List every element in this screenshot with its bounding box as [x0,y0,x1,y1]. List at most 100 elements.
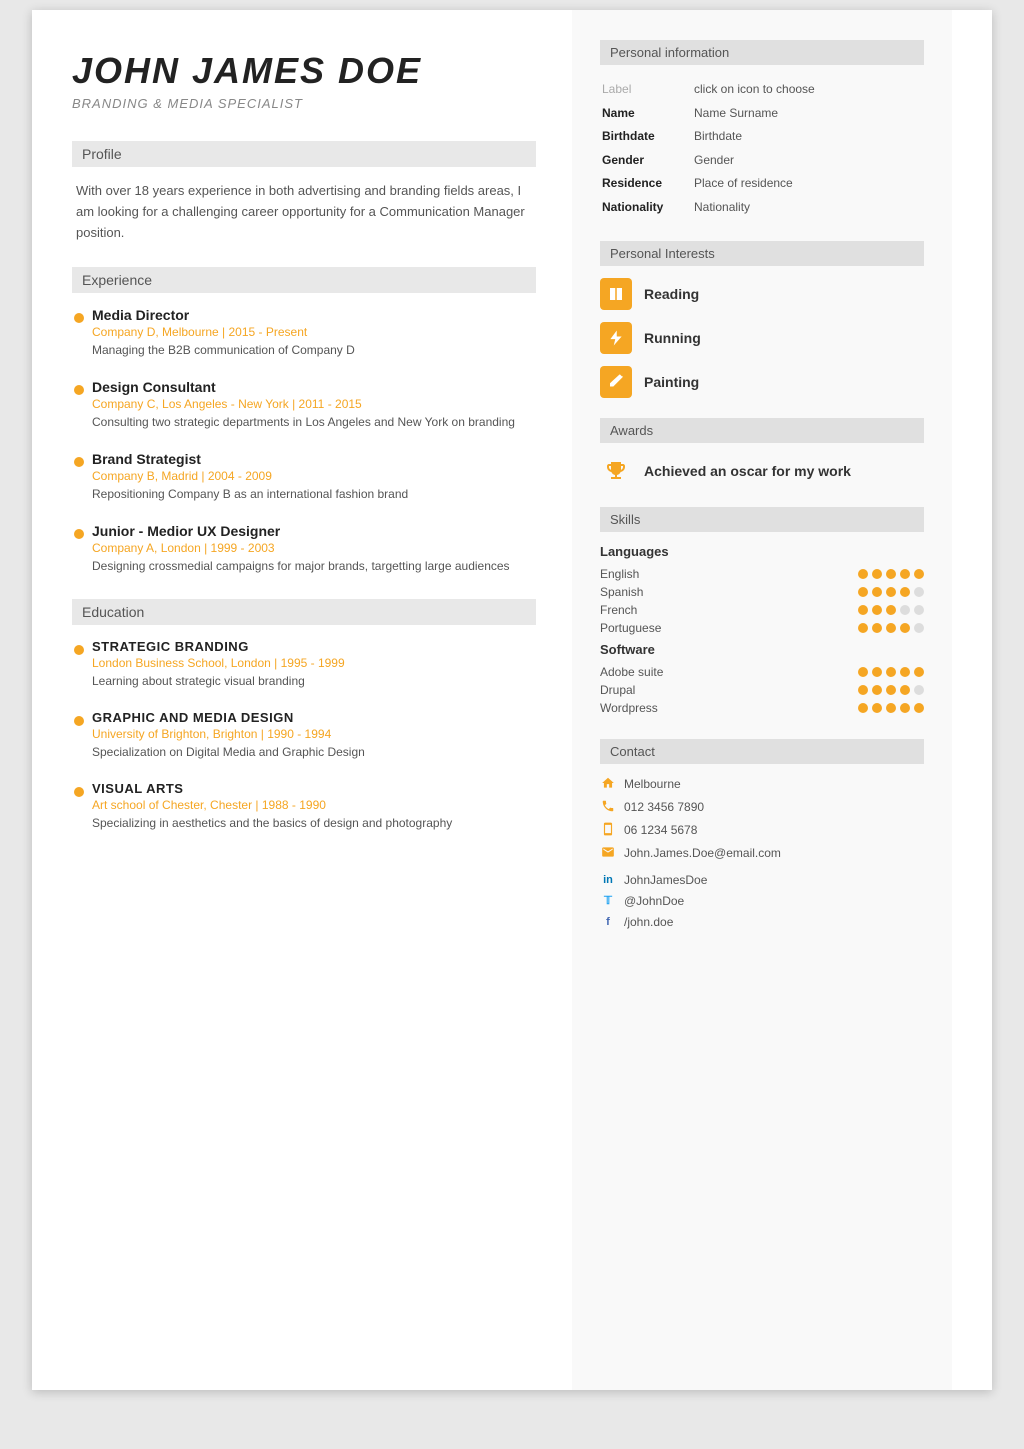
exp-company: Company C, Los Angeles - New York | 2011… [92,397,536,411]
edu-desc: Learning about strategic visual branding [92,672,536,690]
exp-title: Design Consultant [92,379,536,395]
skill-section-title: Languages [600,544,924,559]
awards-header: Awards [600,418,924,443]
education-item: VISUAL ARTS Art school of Chester, Chest… [92,781,536,832]
interest-label: Reading [644,286,699,302]
edu-desc: Specializing in aesthetics and the basic… [92,814,536,832]
in-icon: in [600,872,616,888]
dot-filled [872,685,882,695]
trophy-icon [600,455,632,487]
skill-name: English [600,567,680,581]
personal-info-table: Labelclick on icon to chooseNameName Sur… [600,77,924,221]
skill-name: French [600,603,680,617]
dot-filled [858,667,868,677]
info-value: Place of residence [694,173,922,195]
exp-company: Company B, Madrid | 2004 - 2009 [92,469,536,483]
experience-item: Design Consultant Company C, Los Angeles… [92,379,536,431]
info-row: NationalityNationality [602,197,922,219]
dot-filled [900,587,910,597]
interests-list: Reading Running Painting [600,278,924,398]
edu-company: Art school of Chester, Chester | 1988 - … [92,798,536,812]
skill-row: Portuguese [600,621,924,635]
info-key: Gender [602,150,692,172]
contact-list: Melbourne 012 3456 7890 06 1234 5678 Joh… [600,776,924,862]
dot-filled [886,667,896,677]
interest-item: Painting [600,366,924,398]
info-key: Name [602,103,692,125]
info-value: Nationality [694,197,922,219]
mobile-icon [600,822,616,839]
dot-empty [914,623,924,633]
skill-name: Adobe suite [600,665,680,679]
education-header: Education [72,599,536,625]
personal-info-header: Personal information [600,40,924,65]
dot-filled [858,703,868,713]
edu-company: University of Brighton, Brighton | 1990 … [92,727,536,741]
contact-text: Melbourne [624,777,681,791]
dot-empty [914,685,924,695]
contact-text: 06 1234 5678 [624,823,697,837]
dot-filled [858,569,868,579]
edu-title: VISUAL ARTS [92,781,536,796]
dot-filled [886,685,896,695]
interest-item: Running [600,322,924,354]
dot-filled [886,623,896,633]
dot-filled [872,623,882,633]
bolt-icon [600,322,632,354]
interests-header: Personal Interests [600,241,924,266]
skill-row: Spanish [600,585,924,599]
info-row: NameName Surname [602,103,922,125]
education-item: GRAPHIC AND MEDIA DESIGN University of B… [92,710,536,761]
dot-filled [900,667,910,677]
info-row: GenderGender [602,150,922,172]
social-text: @JohnDoe [624,894,684,908]
contact-item: John.James.Doe@email.com [600,845,924,862]
contact-text: John.James.Doe@email.com [624,846,781,860]
skills-block: LanguagesEnglishSpanishFrenchPortugueseS… [600,544,924,719]
skill-dots [858,587,924,597]
interest-item: Reading [600,278,924,310]
dot-filled [886,605,896,615]
skill-name: Wordpress [600,701,680,715]
dot-filled [886,703,896,713]
dot-filled [858,685,868,695]
skill-row: English [600,567,924,581]
dot-filled [872,667,882,677]
dot-filled [872,587,882,597]
info-value: Gender [694,150,922,172]
exp-company: Company A, London | 1999 - 2003 [92,541,536,555]
dot-filled [886,587,896,597]
exp-desc: Consulting two strategic departments in … [92,413,536,431]
phone-icon [600,799,616,816]
skills-header: Skills [600,507,924,532]
info-key: Nationality [602,197,692,219]
paint-icon [600,366,632,398]
dot-filled [914,569,924,579]
experience-item: Junior - Medior UX Designer Company A, L… [92,523,536,575]
resume-container: JOHN JAMES DOE BRANDING & MEDIA SPECIALI… [32,10,992,1390]
profile-header: Profile [72,141,536,167]
dot-empty [914,605,924,615]
edu-title: GRAPHIC AND MEDIA DESIGN [92,710,536,725]
job-title: BRANDING & MEDIA SPECIALIST [72,96,536,111]
dot-filled [900,685,910,695]
interest-label: Running [644,330,701,346]
skill-dots [858,667,924,677]
profile-text: With over 18 years experience in both ad… [72,181,536,243]
social-item: 𝕋 @JohnDoe [600,893,924,909]
skill-dots [858,703,924,713]
interest-label: Painting [644,374,699,390]
exp-title: Media Director [92,307,536,323]
full-name: JOHN JAMES DOE [72,50,536,92]
book-icon [600,278,632,310]
exp-title: Brand Strategist [92,451,536,467]
info-value: Name Surname [694,103,922,125]
experience-header: Experience [72,267,536,293]
dot-empty [900,605,910,615]
skill-dots [858,569,924,579]
exp-desc: Repositioning Company B as an internatio… [92,485,536,503]
dot-filled [872,605,882,615]
experience-item: Media Director Company D, Melbourne | 20… [92,307,536,359]
dot-filled [914,667,924,677]
social-text: /john.doe [624,915,673,929]
